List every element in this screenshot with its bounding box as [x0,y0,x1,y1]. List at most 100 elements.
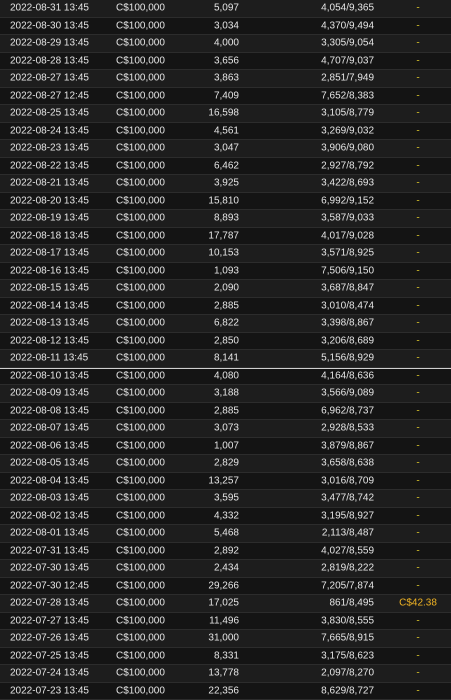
contest-date: 2022-08-19 13:45 [10,212,89,224]
entry-count: 2,829 [213,457,239,469]
winnings: - [416,177,420,189]
table-row[interactable]: 2022-08-29 13:45 C$100,000 4,000 3,305/9,05… [0,35,451,53]
contest-date: 2022-07-25 13:45 [10,650,89,662]
prize-pool: C$100,000 [116,142,165,154]
entry-count: 3,863 [213,72,239,84]
contest-date: 2022-07-27 13:45 [10,615,89,627]
prize-pool: C$100,000 [116,55,165,67]
prize-pool: C$100,000 [116,685,165,697]
prize-pool: C$100,000 [116,2,165,14]
prize-pool: C$100,000 [116,352,165,364]
winnings: - [416,615,420,627]
table-row[interactable]: 2022-07-30 12:45 C$100,000 29,266 7,205/7,8… [0,577,451,595]
table-row[interactable]: 2022-08-24 13:45 C$100,000 4,561 3,269/9,03… [0,122,451,140]
prize-pool: C$100,000 [116,667,165,679]
rank-standing: 3,566/9,089 [321,387,374,399]
table-row[interactable]: 2022-08-21 13:45 C$100,000 3,925 3,422/8,69… [0,175,451,193]
winnings: - [416,72,420,84]
prize-pool: C$100,000 [116,107,165,119]
prize-pool: C$100,000 [116,230,165,242]
table-row[interactable]: 2022-08-17 13:45 C$100,000 10,153 3,571/8,9… [0,245,451,263]
table-row[interactable]: 2022-08-04 13:45 C$100,000 13,257 3,016/8,7… [0,472,451,490]
table-row[interactable]: 2022-08-05 13:45 C$100,000 2,829 3,658/8,63… [0,455,451,473]
prize-pool: C$100,000 [116,300,165,312]
table-row[interactable]: 2022-07-24 13:45 C$100,000 13,778 2,097/8,2… [0,665,451,683]
contest-date: 2022-08-06 13:45 [10,440,89,452]
contest-date: 2022-08-07 13:45 [10,422,89,434]
entry-count: 1,093 [213,265,239,277]
table-row[interactable]: 2022-07-30 13:45 C$100,000 2,434 2,819/8,22… [0,560,451,578]
table-row[interactable]: 2022-08-11 13:45 C$100,000 8,141 5,156/8,92… [0,350,451,368]
table-row[interactable]: 2022-07-23 13:45 C$100,000 22,356 8,629/8,7… [0,682,451,700]
table-row[interactable]: 2022-08-22 13:45 C$100,000 6,462 2,927/8,79… [0,157,451,175]
table-row[interactable]: 2022-07-31 13:45 C$100,000 2,892 4,027/8,55… [0,542,451,560]
winnings: - [416,457,420,469]
table-row[interactable]: 2022-08-12 13:45 C$100,000 2,850 3,206/8,68… [0,332,451,350]
rank-standing: 3,571/8,925 [321,247,374,259]
table-row[interactable]: 2022-08-23 13:45 C$100,000 3,047 3,906/9,08… [0,140,451,158]
table-row[interactable]: 2022-08-28 13:45 C$100,000 3,656 4,707/9,03… [0,52,451,70]
entry-count: 6,822 [213,317,239,329]
rank-standing: 8,629/8,727 [321,685,374,697]
winnings: - [416,632,420,644]
winnings: - [416,37,420,49]
table-row[interactable]: 2022-08-13 13:45 C$100,000 6,822 3,398/8,86… [0,315,451,333]
table-row[interactable]: 2022-08-19 13:45 C$100,000 8,893 3,587/9,03… [0,210,451,228]
table-row[interactable]: 2022-07-27 13:45 C$100,000 11,496 3,830/8,5… [0,612,451,630]
table-row[interactable]: 2022-08-03 13:45 C$100,000 3,595 3,477/8,74… [0,490,451,508]
contest-date: 2022-08-08 13:45 [10,405,89,417]
winnings: - [416,300,420,312]
prize-pool: C$100,000 [116,195,165,207]
entry-count: 8,331 [213,650,239,662]
entry-count: 3,047 [213,142,239,154]
table-row[interactable]: 2022-08-06 13:45 C$100,000 1,007 3,879/8,86… [0,437,451,455]
entry-count: 3,188 [213,387,239,399]
rank-standing: 2,927/8,792 [321,160,374,172]
table-row[interactable]: 2022-08-25 13:45 C$100,000 16,598 3,105/8,7… [0,105,451,123]
rank-standing: 3,269/9,032 [321,125,374,137]
entry-count: 2,892 [213,545,239,557]
contest-date: 2022-08-16 13:45 [10,265,89,277]
rank-standing: 7,652/8,383 [321,90,374,102]
table-row[interactable]: 2022-08-18 13:45 C$100,000 17,787 4,017/9,0… [0,227,451,245]
table-row[interactable]: 2022-07-28 13:45 C$100,000 17,025 861/8,495… [0,595,451,613]
rank-standing: 3,687/8,847 [321,282,374,294]
rank-standing: 3,305/9,054 [321,37,374,49]
table-row[interactable]: 2022-08-08 13:45 C$100,000 2,885 6,962/8,73… [0,402,451,420]
table-row[interactable]: 2022-08-09 13:45 C$100,000 3,188 3,566/9,08… [0,385,451,403]
table-row[interactable]: 2022-07-25 13:45 C$100,000 8,331 3,175/8,62… [0,647,451,665]
table-row[interactable]: 2022-08-07 13:45 C$100,000 3,073 2,928/8,53… [0,420,451,438]
table-row[interactable]: 2022-08-10 13:45 C$100,000 4,080 4,164/8,63… [0,367,451,385]
table-row[interactable]: 2022-08-14 13:45 C$100,000 2,885 3,010/8,47… [0,297,451,315]
contest-date: 2022-07-24 13:45 [10,667,89,679]
entry-count: 29,266 [208,580,239,592]
entry-count: 4,332 [213,510,239,522]
rank-standing: 2,819/8,222 [321,562,374,574]
table-row[interactable]: 2022-08-01 13:45 C$100,000 5,468 2,113/8,48… [0,525,451,543]
table-row[interactable]: 2022-08-30 13:45 C$100,000 3,034 4,370/9,49… [0,17,451,35]
prize-pool: C$100,000 [116,475,165,487]
rank-standing: 3,477/8,742 [321,492,374,504]
rank-standing: 2,928/8,533 [321,422,374,434]
table-row[interactable]: 2022-08-27 12:45 C$100,000 7,409 7,652/8,38… [0,87,451,105]
table-row[interactable]: 2022-08-02 13:45 C$100,000 4,332 3,195/8,92… [0,507,451,525]
table-row[interactable]: 2022-08-27 13:45 C$100,000 3,863 2,851/7,94… [0,70,451,88]
entry-count: 13,257 [208,475,239,487]
winnings: - [416,55,420,67]
table-row[interactable]: 2022-07-26 13:45 C$100,000 31,000 7,665/8,9… [0,630,451,648]
winnings: - [416,335,420,347]
contest-date: 2022-08-29 13:45 [10,37,89,49]
prize-pool: C$100,000 [116,177,165,189]
prize-pool: C$100,000 [116,317,165,329]
contest-date: 2022-08-17 13:45 [10,247,89,259]
table-row[interactable]: 2022-08-20 13:45 C$100,000 15,810 6,992/9,1… [0,192,451,210]
prize-pool: C$100,000 [116,650,165,662]
table-row[interactable]: 2022-08-16 13:45 C$100,000 1,093 7,506/9,15… [0,262,451,280]
winnings: - [416,545,420,557]
table-row[interactable]: 2022-08-31 13:45 C$100,000 5,097 4,054/9,36… [0,0,451,18]
prize-pool: C$100,000 [116,72,165,84]
contest-date: 2022-08-15 13:45 [10,282,89,294]
winnings: - [416,90,420,102]
table-row[interactable]: 2022-08-15 13:45 C$100,000 2,090 3,687/8,84… [0,280,451,298]
rank-standing: 2,851/7,949 [321,72,374,84]
